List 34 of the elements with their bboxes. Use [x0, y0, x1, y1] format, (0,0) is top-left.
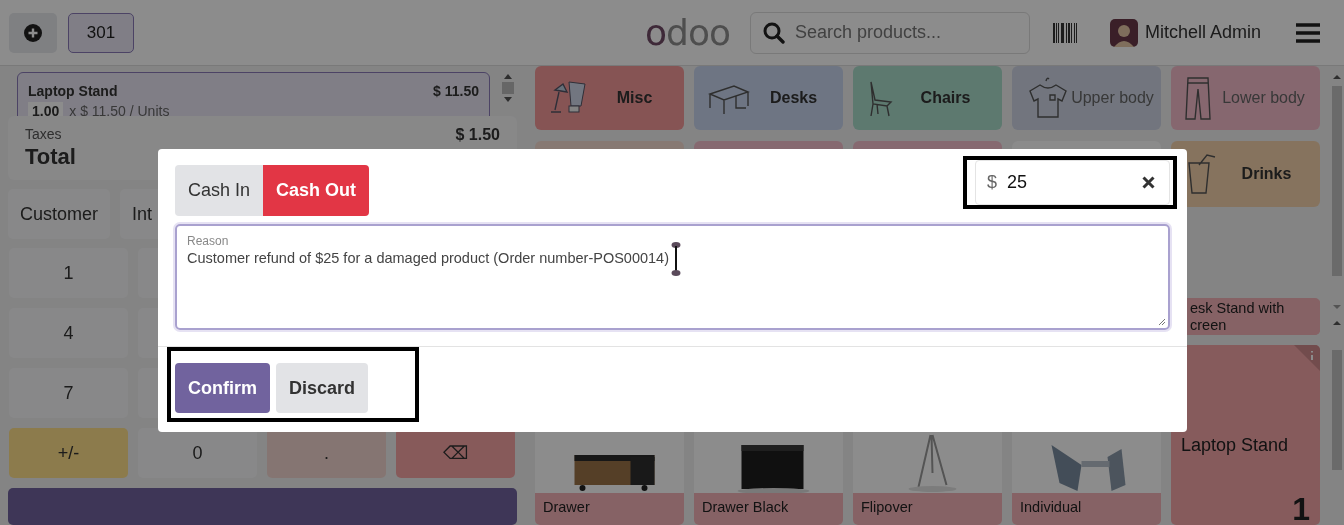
product-card[interactable]: Laptop Stand 1 — [1171, 345, 1320, 525]
cash-type-toggle[interactable]: Cash In — [175, 165, 264, 216]
user-name[interactable]: Mitchell Admin — [1144, 22, 1261, 43]
cash-type-toggle[interactable]: Cash Out — [263, 165, 370, 216]
unit-price: x $ 11.50 / Units — [69, 103, 170, 117]
reason-field[interactable]: Reason Customer refund of $25 for a damaged product (Order number-POS00014) — [175, 224, 1170, 330]
numpad-key[interactable]: 7 — [9, 368, 128, 419]
numpad-key[interactable]: 0 — [138, 428, 257, 479]
search-field[interactable]: Search products... — [749, 11, 1030, 54]
field-label: Reason — [187, 234, 230, 248]
confirm-button[interactable]: Confirm — [175, 363, 270, 413]
currency-symbol: $ — [987, 172, 997, 193]
product-name: Laptop Stand — [28, 83, 118, 99]
field-value: Customer refund of $25 for a damaged product (Order number-POS00014) — [187, 250, 669, 266]
discard-button[interactable]: Discard — [276, 363, 369, 413]
order-tab[interactable]: 301 — [68, 12, 134, 53]
category-tile[interactable]: Misc — [535, 66, 684, 130]
logo-text: odoo — [645, 12, 730, 53]
action-button[interactable]: Customer — [8, 189, 111, 240]
numpad-key[interactable]: 1 — [9, 248, 128, 299]
quantity-badge: 1.00 — [28, 102, 64, 117]
taxes-label: Taxes — [25, 126, 62, 145]
numpad-key[interactable]: 4 — [9, 308, 128, 359]
line-price: $ 11.50 — [433, 83, 479, 99]
amount-value: 25 — [1007, 172, 1029, 193]
category-tile[interactable]: Upper body — [1012, 66, 1161, 130]
category-tile[interactable]: Desks — [694, 66, 843, 130]
numpad-key[interactable]: +/- — [9, 428, 128, 479]
category-tile[interactable]: Lower body — [1171, 66, 1320, 130]
amount-field[interactable]: $ 25 — [975, 160, 1170, 205]
taxes-amount: $ 1.50 — [455, 126, 500, 145]
total-label: Total — [25, 144, 77, 171]
category-tile[interactable]: Drinks — [1171, 141, 1320, 207]
category-tile[interactable]: Chairs — [853, 66, 1002, 130]
